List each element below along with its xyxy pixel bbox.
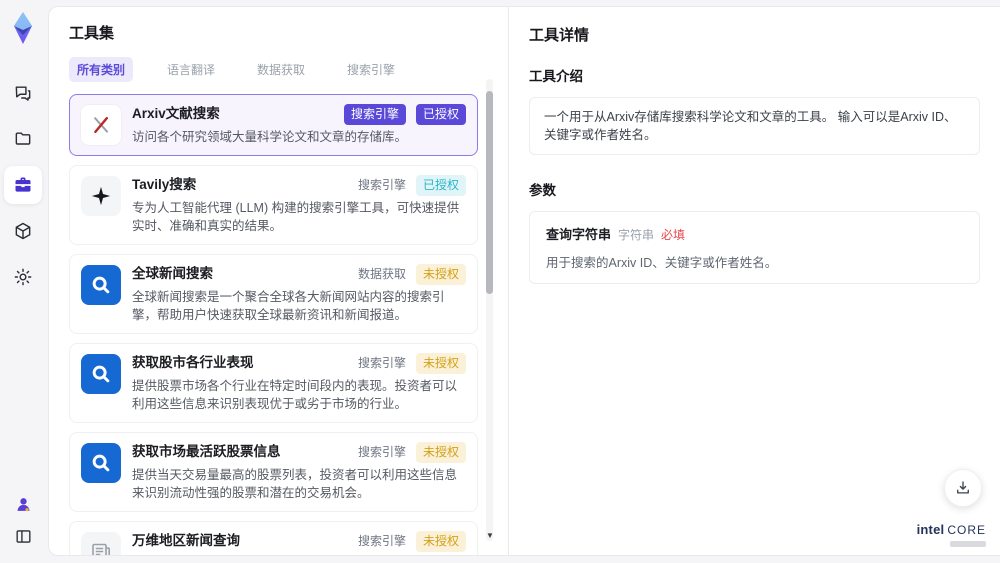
brand-subbar (950, 541, 986, 547)
tool-icon (81, 443, 121, 483)
app-logo-icon (4, 8, 42, 48)
auth-status-badge: 已授权 (415, 104, 466, 125)
intel-core-logo: intel CORE (917, 521, 986, 547)
tool-icon (81, 265, 121, 305)
tool-icon (81, 532, 121, 555)
tool-description: 全球新闻搜索是一个聚合全球各大新闻网站内容的搜索引擎，帮助用户快速获取全球最新资… (132, 290, 445, 322)
scrollbar-down-arrow-icon[interactable]: ▼ (486, 531, 494, 541)
main-content: 工具集 所有类别 语言翻译 数据获取 搜索引擎 Arxiv文献搜索 搜索引擎 已授权 … (48, 6, 1000, 556)
toolbox-icon[interactable] (4, 166, 42, 204)
tool-card[interactable]: 获取市场最活跃股票信息 搜索引擎 未授权 提供当天交易量最高的股票列表，投资者可… (69, 432, 478, 512)
tool-title: 万维地区新闻查询 (132, 533, 240, 548)
tool-title: 获取股市各行业表现 (132, 355, 254, 370)
settings-icon[interactable] (4, 258, 42, 296)
detail-title: 工具详情 (529, 27, 590, 44)
tool-description: 查询具体行政区划内的新闻，快速了解各地新闻动向 (132, 555, 466, 556)
tool-icon (81, 354, 121, 394)
tab-搜索引擎[interactable]: 搜索引擎 (339, 57, 403, 82)
tool-detail-panel: 工具详情 工具介绍 一个用于从Arxiv存储库搜索科学论文和文章的工具。 输入可… (508, 7, 1000, 555)
category-tabs: 所有类别 语言翻译 数据获取 搜索引擎 (69, 57, 508, 82)
page-title: 工具集 (69, 25, 115, 42)
download-button[interactable] (944, 469, 982, 507)
tool-card[interactable]: 获取股市各行业表现 搜索引擎 未授权 提供股票市场各个行业在特定时间段内的表现。… (69, 343, 478, 423)
tool-description: 提供股票市场各个行业在特定时间段内的表现。投资者可以利用这些信息来识别表现优于或… (132, 379, 458, 411)
search-tile-icon (92, 454, 110, 472)
tool-card[interactable]: 全球新闻搜索 数据获取 未授权 全球新闻搜索是一个聚合全球各大新闻网站内容的搜索… (69, 254, 478, 334)
tool-list: Arxiv文献搜索 搜索引擎 已授权 访问各个研究领域大量科学论文和文章的存储库… (69, 94, 478, 556)
category-badge: 搜索引擎 (357, 534, 406, 548)
arxiv-icon (94, 117, 108, 133)
tool-list-panel: 工具集 所有类别 语言翻译 数据获取 搜索引擎 Arxiv文献搜索 搜索引擎 已授权 … (49, 7, 508, 555)
search-tile-icon (92, 276, 110, 294)
params-heading: 参数 (529, 183, 556, 198)
tool-icon (81, 176, 121, 216)
param-type: 字符串 (618, 228, 655, 242)
brand-primary: intel (916, 522, 945, 537)
tool-title: Arxiv文献搜索 (132, 106, 220, 121)
tool-description: 访问各个研究领域大量科学论文和文章的存储库。 (132, 130, 408, 144)
category-badge: 搜索引擎 (357, 356, 406, 370)
chat-icon[interactable] (4, 74, 42, 112)
auth-status-badge: 未授权 (415, 442, 466, 463)
category-badge: 搜索引擎 (343, 104, 406, 125)
category-badge: 搜索引擎 (357, 178, 406, 192)
collapse-panel-icon[interactable] (4, 521, 42, 551)
tool-icon (81, 105, 121, 145)
brand-secondary: CORE (947, 523, 986, 537)
auth-status-badge: 未授权 (415, 531, 466, 552)
tool-title: 获取市场最活跃股票信息 (132, 444, 281, 459)
tool-card[interactable]: 万维地区新闻查询 搜索引擎 未授权 查询具体行政区划内的新闻，快速了解各地新闻动… (69, 521, 478, 556)
folder-icon[interactable] (4, 120, 42, 158)
param-required-badge: 必填 (661, 228, 686, 242)
auth-status-badge: 未授权 (415, 353, 466, 374)
tab-语言翻译[interactable]: 语言翻译 (159, 57, 223, 82)
tool-title: Tavily搜索 (132, 177, 197, 192)
icon-rail (0, 0, 46, 563)
user-icon[interactable] (4, 489, 42, 519)
tool-description: 专为人工智能代理 (LLM) 构建的搜索引擎工具，可快速提供实时、准确和真实的结… (132, 201, 460, 233)
tool-title: 全球新闻搜索 (132, 266, 213, 281)
auth-status-badge: 未授权 (415, 264, 466, 285)
newspaper-icon (92, 543, 110, 555)
star-icon (91, 186, 111, 206)
param-row: 查询字符串 字符串 必填 用于搜索的Arxiv ID、关键字或作者姓名。 (546, 224, 963, 271)
tool-description: 提供当天交易量最高的股票列表，投资者可以利用这些信息来识别流动性强的股票和潜在的… (132, 468, 458, 500)
auth-status-badge: 已授权 (415, 175, 466, 196)
tab-所有类别[interactable]: 所有类别 (69, 57, 134, 82)
category-badge: 数据获取 (357, 267, 406, 281)
param-name: 查询字符串 (546, 227, 612, 242)
app-root: 工具集 所有类别 语言翻译 数据获取 搜索引擎 Arxiv文献搜索 搜索引擎 已授权 … (0, 0, 1000, 563)
intro-heading: 工具介绍 (529, 69, 583, 84)
tab-数据获取[interactable]: 数据获取 (249, 57, 313, 82)
params-list: 查询字符串 字符串 必填 用于搜索的Arxiv ID、关键字或作者姓名。 (529, 211, 980, 284)
search-tile-icon (92, 365, 110, 383)
scrollbar-track[interactable]: ▼ (486, 79, 494, 541)
tool-intro-text: 一个用于从Arxiv存储库搜索科学论文和文章的工具。 输入可以是Arxiv ID… (529, 97, 980, 155)
scrollbar-thumb[interactable] (486, 91, 493, 294)
download-icon (957, 481, 969, 494)
category-badge: 搜索引擎 (357, 445, 406, 459)
tool-card[interactable]: Arxiv文献搜索 搜索引擎 已授权 访问各个研究领域大量科学论文和文章的存储库… (69, 94, 478, 156)
param-description: 用于搜索的Arxiv ID、关键字或作者姓名。 (546, 256, 778, 270)
packages-icon[interactable] (4, 212, 42, 250)
tool-card[interactable]: Tavily搜索 搜索引擎 已授权 专为人工智能代理 (LLM) 构建的搜索引擎… (69, 165, 478, 245)
